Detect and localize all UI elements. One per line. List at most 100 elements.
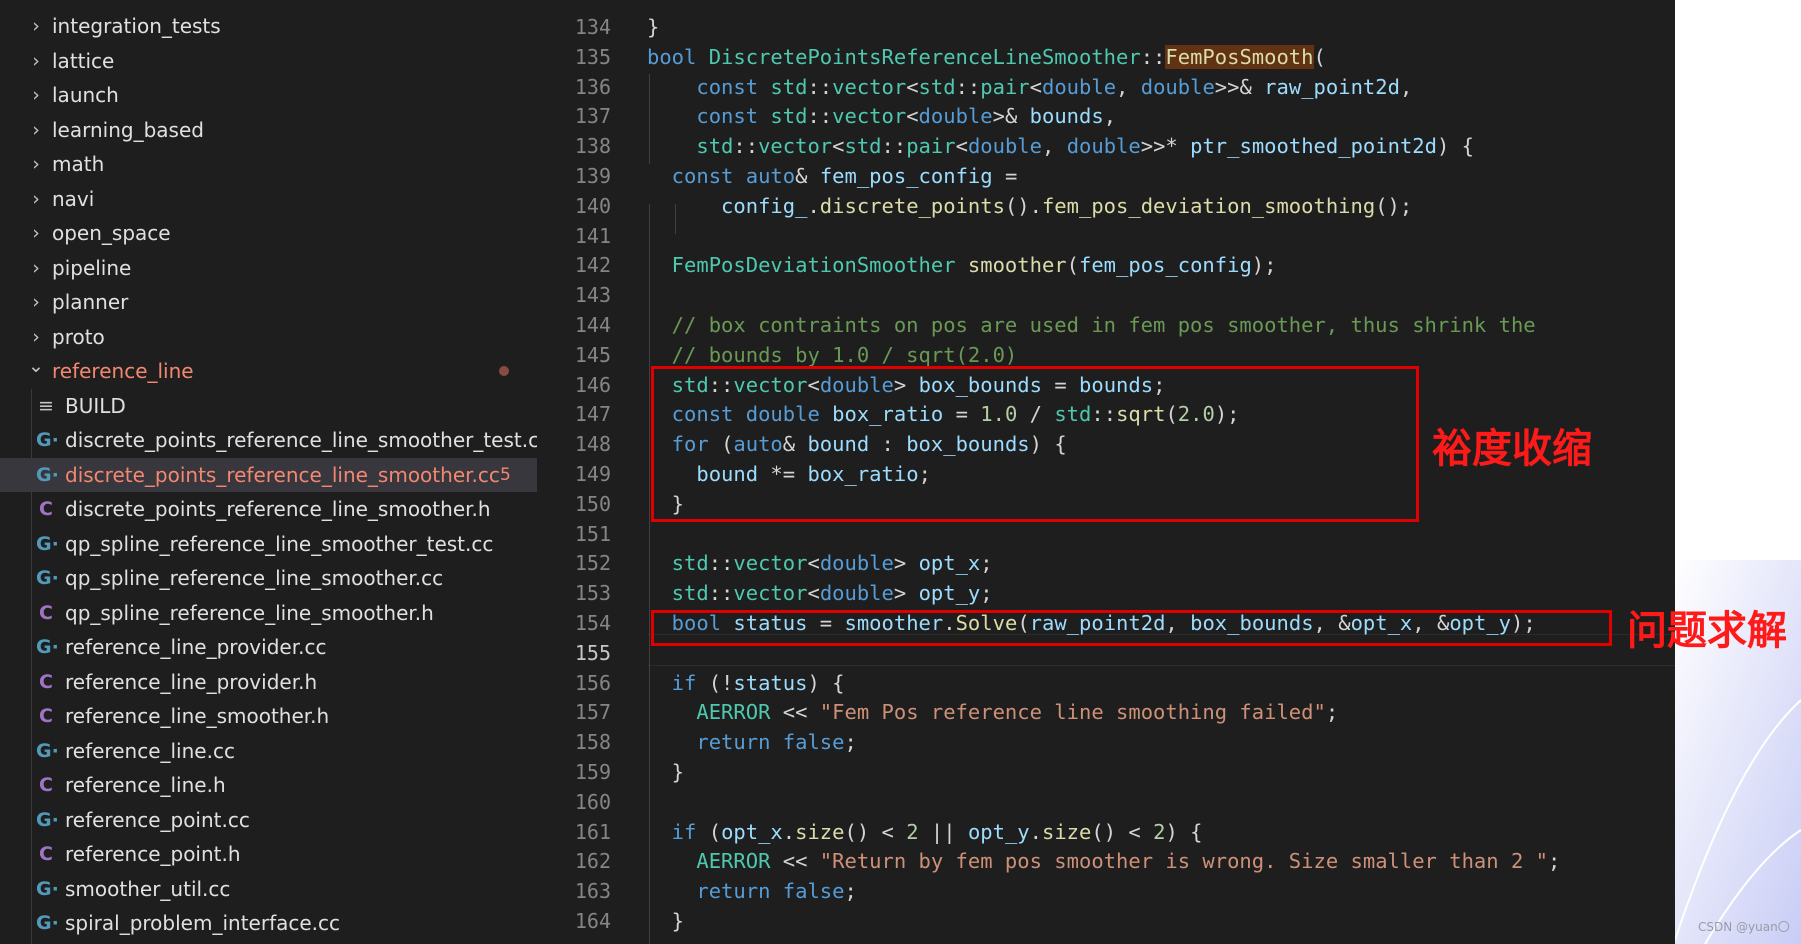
code-line[interactable]: AERROR << "Return by fem pos smoother is…: [647, 846, 1560, 876]
file-item[interactable]: G· smoother_util.cc: [0, 872, 537, 906]
code-token: vector: [733, 581, 808, 606]
folder-item[interactable]: › pipeline: [0, 251, 537, 285]
code-line[interactable]: // box contraints on pos are used in fem…: [647, 310, 1536, 340]
file-item[interactable]: G· reference_line_provider.cc: [0, 630, 537, 664]
code-token: return: [647, 730, 783, 755]
folder-item[interactable]: › proto: [0, 320, 537, 354]
cpp-file-icon: G·: [36, 739, 59, 762]
code-token: ,: [1042, 134, 1067, 159]
code-line[interactable]: return false;: [647, 727, 856, 757]
file-item[interactable]: Creference_point.h: [0, 837, 537, 871]
code-token: <: [832, 134, 845, 159]
code-line[interactable]: }: [647, 906, 684, 936]
code-line[interactable]: const std::vector<double>& bounds,: [647, 101, 1116, 131]
code-token: double: [918, 104, 993, 129]
code-line[interactable]: std::vector<double> opt_x;: [647, 548, 993, 578]
file-label: reference_line_smoother.h: [65, 704, 330, 728]
annotation-box-solve: [651, 610, 1612, 646]
code-token: >: [893, 551, 919, 576]
code-token: ::: [955, 74, 981, 99]
code-token: const: [647, 74, 771, 99]
folder-item[interactable]: › math: [0, 147, 537, 181]
file-item[interactable]: Cqp_spline_reference_line_smoother.h: [0, 596, 537, 630]
code-token: bool: [647, 44, 709, 69]
code-token: >&: [992, 104, 1030, 129]
code-line[interactable]: config_.discrete_points().fem_pos_deviat…: [647, 191, 1412, 221]
file-item[interactable]: G· discrete_points_reference_line_smoothe…: [0, 457, 537, 492]
code-line[interactable]: }: [647, 757, 684, 787]
file-item[interactable]: G· reference_line.cc: [0, 734, 537, 768]
code-line[interactable]: if (opt_x.size() < 2 || opt_y.size() < 2…: [647, 817, 1203, 847]
code-token: // bounds by 1.0 / sqrt(2.0): [647, 342, 1018, 367]
code-token: <<: [770, 849, 820, 874]
file-item[interactable]: Creference_line_provider.h: [0, 665, 537, 699]
folder-item[interactable]: › learning_based: [0, 113, 537, 147]
code-line[interactable]: return false;: [647, 876, 856, 906]
line-number: 158: [574, 730, 611, 755]
folder-label: open_space: [52, 221, 171, 245]
code-line[interactable]: bool DiscretePointsReferenceLineSmoother…: [647, 42, 1326, 72]
code-token: vector: [733, 551, 808, 576]
code-line[interactable]: std::vector<double> opt_y;: [647, 578, 993, 608]
code-line[interactable]: if (!status) {: [647, 668, 845, 698]
file-item[interactable]: G· qp_spline_reference_line_smoother_test…: [0, 527, 537, 561]
code-token: opt_y: [967, 819, 1030, 844]
code-token: 2: [906, 819, 919, 844]
code-token: "Fem Pos reference line smoothing failed…: [819, 700, 1326, 725]
chevron-right-icon: ›: [32, 153, 40, 175]
code-token: () <: [1091, 819, 1154, 844]
file-item[interactable]: G· reference_point.cc: [0, 803, 537, 837]
file-item[interactable]: Creference_line_smoother.h: [0, 699, 537, 733]
code-token: config_: [647, 193, 808, 218]
folder-item[interactable]: › lattice: [0, 44, 537, 78]
folder-label: launch: [52, 83, 119, 107]
code-line[interactable]: AERROR << "Fem Pos reference line smooth…: [647, 697, 1338, 727]
c-header-file-icon: C: [39, 498, 53, 520]
file-label: qp_spline_reference_line_smoother.cc: [65, 566, 444, 590]
code-line[interactable]: const std::vector<std::pair<double, doub…: [647, 72, 1412, 102]
code-token: ,: [1399, 74, 1413, 99]
folder-item[interactable]: › launch: [0, 78, 537, 112]
code-token: opt_x: [721, 819, 783, 844]
folder-item-reference-line[interactable]: ⌄ reference_line: [0, 354, 537, 388]
line-number: 146: [574, 372, 611, 397]
code-line[interactable]: FemPosDeviationSmoother smoother(fem_pos…: [647, 250, 1277, 280]
file-item[interactable]: G· spiral_problem_interface.cc: [0, 906, 537, 940]
code-line[interactable]: }: [647, 12, 659, 42]
code-token: <: [1029, 74, 1042, 99]
line-number: 134: [574, 15, 611, 39]
folder-item[interactable]: › navi: [0, 182, 537, 216]
chevron-right-icon: ›: [32, 49, 40, 72]
code-token: double: [1066, 134, 1141, 159]
file-label: discrete_points_reference_line_smoother_…: [65, 428, 537, 452]
line-number: 161: [574, 819, 611, 844]
code-token: ptr_smoothed_point2d: [1190, 134, 1437, 159]
folder-label: proto: [52, 324, 105, 349]
code-token: ||: [918, 819, 968, 844]
folder-item[interactable]: › open_space: [0, 216, 537, 250]
code-token: size: [795, 819, 845, 844]
file-item[interactable]: G· discrete_points_reference_line_smoothe…: [0, 423, 537, 457]
code-line[interactable]: std::vector<std::pair<double, double>>* …: [647, 131, 1474, 161]
folder-item[interactable]: › planner: [0, 285, 537, 319]
cpp-file-icon: G·: [36, 912, 59, 934]
line-number: 136: [574, 74, 611, 99]
code-token: auto: [745, 164, 796, 188]
code-token: <: [906, 104, 919, 129]
file-item[interactable]: Creference_line.h: [0, 768, 537, 802]
file-item[interactable]: G· qp_spline_reference_line_smoother.cc: [0, 561, 537, 595]
code-token: ::: [708, 551, 734, 576]
file-label: reference_line_provider.h: [65, 669, 318, 694]
file-item[interactable]: ≡ BUILD: [0, 389, 537, 423]
code-line[interactable]: const auto& fem_pos_config =: [647, 161, 1018, 191]
build-file-icon: ≡: [38, 394, 54, 417]
code-token: std: [844, 134, 882, 159]
code-token: "Return by fem pos smoother is wrong. Si…: [819, 849, 1548, 874]
code-token: const: [647, 164, 746, 188]
file-item[interactable]: Cdiscrete_points_reference_line_smoother…: [0, 492, 537, 526]
folder-item[interactable]: › integration_tests: [0, 9, 537, 43]
code-token: const: [647, 104, 771, 129]
c-header-file-icon: C: [39, 601, 53, 624]
code-token: ,: [1116, 74, 1141, 99]
file-label: smoother_util.cc: [65, 876, 231, 901]
